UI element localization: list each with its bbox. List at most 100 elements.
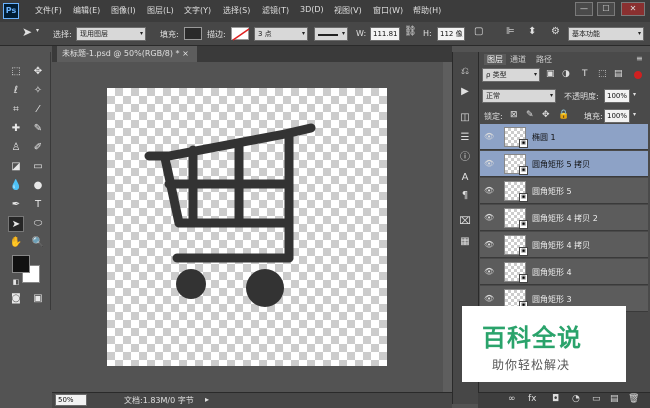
lock-transparent-icon[interactable]: ⊠ <box>510 110 518 120</box>
document-tab[interactable]: 未标题-1.psd @ 50%(RGB/8) * × <box>57 46 197 62</box>
paragraph-panel-icon[interactable]: ¶ <box>455 188 475 204</box>
link-layers-icon[interactable]: ∞ <box>508 394 516 404</box>
properties-panel-icon[interactable]: ☰ <box>455 130 475 146</box>
move-tool-icon[interactable]: ✥ <box>30 64 46 80</box>
character-panel-icon[interactable]: A <box>455 170 475 186</box>
screen-mode-icon[interactable]: ▣ <box>30 291 46 307</box>
brush-presets-panel-icon[interactable]: ⌧ <box>455 214 475 230</box>
link-icon[interactable]: ⛓ <box>404 26 417 37</box>
brush-tool-icon[interactable]: ✎ <box>30 121 46 137</box>
menu-type[interactable]: 文字(Y) <box>184 5 211 16</box>
path-selection-tool-icon[interactable]: ➤ <box>8 216 24 232</box>
layer-row[interactable]: 👁 ▣ 椭圆 1 <box>480 124 648 150</box>
fill-color-swatch[interactable] <box>184 27 202 40</box>
select-dropdown[interactable]: 现用图层 ▾ <box>76 27 146 41</box>
eraser-tool-icon[interactable]: ◪ <box>8 159 24 175</box>
new-group-icon[interactable]: ▭ <box>592 394 601 404</box>
layer-style-icon[interactable]: fx <box>528 394 537 404</box>
menu-help[interactable]: 帮助(H) <box>413 5 441 16</box>
chevron-down-icon[interactable]: ▾ <box>633 111 636 118</box>
width-input[interactable]: 111.81 <box>370 27 400 41</box>
lock-position-icon[interactable]: ✥ <box>542 110 550 120</box>
zoom-tool-icon[interactable]: 🔍 <box>30 235 46 251</box>
close-tab-icon[interactable]: × <box>182 49 189 58</box>
stroke-color-swatch[interactable] <box>231 27 250 41</box>
opacity-input[interactable]: 100% <box>604 89 630 103</box>
filter-adjustment-icon[interactable]: ◑ <box>562 69 570 79</box>
blur-tool-icon[interactable]: 💧 <box>8 178 24 194</box>
menu-file[interactable]: 文件(F) <box>35 5 62 16</box>
menu-window[interactable]: 窗口(W) <box>373 5 403 16</box>
pen-tool-icon[interactable]: ✒ <box>8 197 24 213</box>
type-tool-icon[interactable]: T <box>30 197 46 213</box>
dodge-tool-icon[interactable]: ● <box>30 178 46 194</box>
stroke-width-dropdown[interactable]: 3 点 ▾ <box>254 27 308 41</box>
actions-panel-icon[interactable]: ▶ <box>455 84 475 100</box>
minimize-button[interactable]: — <box>575 2 593 16</box>
height-input[interactable]: 112 像 <box>437 27 465 41</box>
eye-visibility-icon[interactable]: 👁 <box>484 240 494 249</box>
eye-visibility-icon[interactable]: 👁 <box>484 267 494 276</box>
marquee-tool-icon[interactable]: ⬚ <box>8 64 24 80</box>
path-select-icon[interactable]: ➤ <box>22 25 32 39</box>
menu-view[interactable]: 视图(V) <box>334 5 362 16</box>
new-layer-icon[interactable]: ▤ <box>610 394 619 404</box>
path-ops-icon[interactable]: ▢ <box>474 26 483 37</box>
default-colors-icon[interactable]: ◧ <box>8 274 24 290</box>
zoom-level-input[interactable]: 50% <box>55 394 87 406</box>
tab-layers[interactable]: 图层 <box>484 54 506 65</box>
filter-shape-icon[interactable]: ⬚ <box>598 69 607 79</box>
tab-channels[interactable]: 通道 <box>510 54 526 65</box>
hand-tool-icon[interactable]: ✋ <box>8 235 24 251</box>
maximize-button[interactable]: ☐ <box>597 2 615 16</box>
layer-row[interactable]: 👁 ▣ 圆角矩形 4 拷贝 <box>480 232 648 258</box>
chevron-down-icon[interactable]: ▾ <box>36 27 39 34</box>
eye-visibility-icon[interactable]: 👁 <box>484 132 494 141</box>
layer-row[interactable]: 👁 ▣ 圆角矩形 5 拷贝 <box>480 151 648 177</box>
menu-filter[interactable]: 滤镜(T) <box>262 5 289 16</box>
adjustment-layer-icon[interactable]: ◔ <box>572 394 580 404</box>
stroke-type-dropdown[interactable]: ▾ <box>314 27 348 41</box>
filter-pixel-icon[interactable]: ▣ <box>546 69 555 79</box>
eye-visibility-icon[interactable]: 👁 <box>484 213 494 222</box>
lasso-tool-icon[interactable]: ℓ <box>8 83 24 99</box>
chevron-down-icon[interactable]: ▾ <box>633 91 636 98</box>
eye-visibility-icon[interactable]: 👁 <box>484 159 494 168</box>
menu-layer[interactable]: 图层(L) <box>147 5 174 16</box>
filter-type-icon[interactable]: T <box>582 69 588 79</box>
menu-select[interactable]: 选择(S) <box>223 5 250 16</box>
eyedropper-tool-icon[interactable]: ⁄ <box>30 102 46 118</box>
document-canvas[interactable] <box>107 88 387 366</box>
adjustments-panel-icon[interactable]: ◫ <box>455 110 475 126</box>
settings-gear-icon[interactable]: ⚙ <box>551 26 560 37</box>
fill-opacity-input[interactable]: 100% <box>604 109 630 123</box>
ellipse-tool-icon[interactable]: ⬭ <box>30 216 46 232</box>
path-align-icon[interactable]: ⊫ <box>506 26 515 37</box>
info-panel-icon[interactable]: ⓘ <box>455 150 475 166</box>
eye-visibility-icon[interactable]: 👁 <box>484 186 494 195</box>
lock-all-icon[interactable]: 🔒 <box>558 110 569 120</box>
panel-menu-icon[interactable]: ≡ <box>636 54 643 63</box>
eye-visibility-icon[interactable]: 👁 <box>484 294 494 303</box>
foreground-color-swatch-top[interactable] <box>12 255 30 273</box>
path-arrange-icon[interactable]: ⬍ <box>528 26 536 37</box>
tab-paths[interactable]: 路径 <box>536 54 552 65</box>
blend-mode-dropdown[interactable]: 正常 ▾ <box>482 89 556 103</box>
lock-image-icon[interactable]: ✎ <box>526 110 534 120</box>
layer-row[interactable]: 👁 ▣ 圆角矩形 4 <box>480 259 648 285</box>
layer-row[interactable]: 👁 ▣ 圆角矩形 5 <box>480 178 648 204</box>
history-panel-icon[interactable]: ⎌ <box>455 64 475 80</box>
quick-mask-icon[interactable]: ◙ <box>8 291 24 307</box>
menu-image[interactable]: 图像(I) <box>111 5 136 16</box>
crop-tool-icon[interactable]: ⌗ <box>8 102 24 118</box>
filter-smart-object-icon[interactable]: ▤ <box>614 69 623 79</box>
layer-filter-dropdown[interactable]: ρ 类型 ▾ <box>482 68 540 82</box>
magic-wand-tool-icon[interactable]: ✧ <box>30 83 46 99</box>
add-mask-icon[interactable]: ◘ <box>552 394 559 404</box>
vertical-scrollbar[interactable] <box>443 62 452 392</box>
filter-toggle-icon[interactable] <box>634 71 642 79</box>
close-button[interactable]: ✕ <box>621 2 645 16</box>
menu-3d[interactable]: 3D(D) <box>300 5 324 14</box>
menu-edit[interactable]: 编辑(E) <box>73 5 100 16</box>
clone-stamp-tool-icon[interactable]: ♙ <box>8 140 24 156</box>
